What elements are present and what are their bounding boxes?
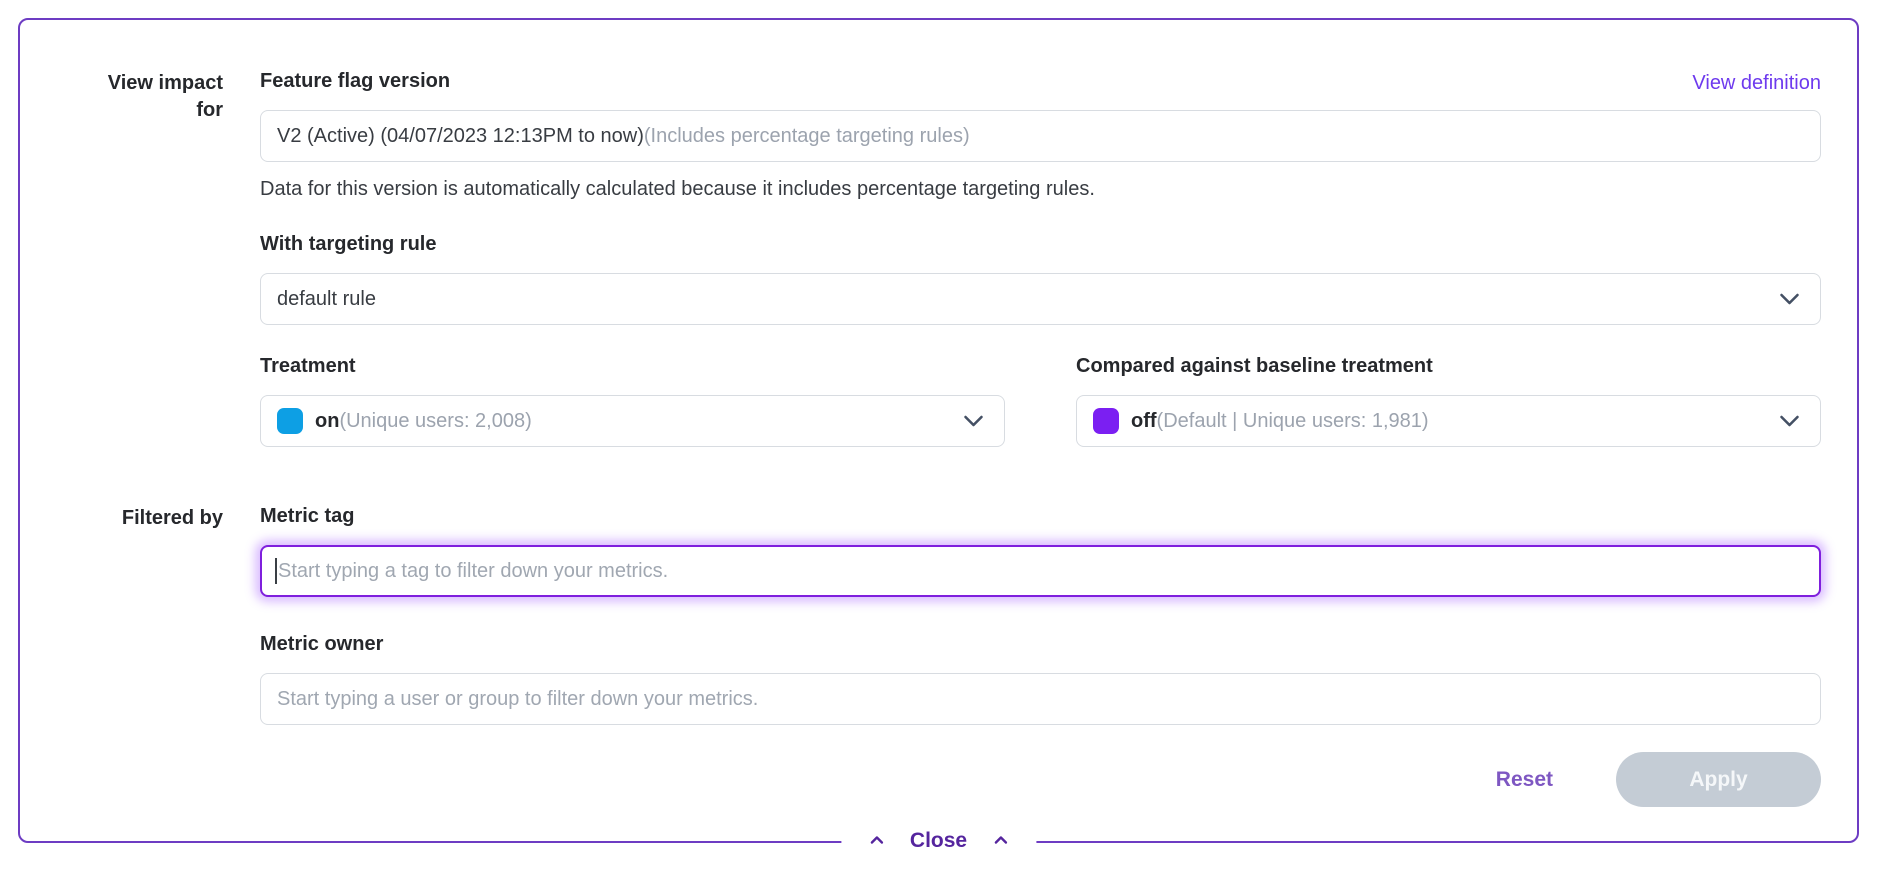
targeting-rule-value: default rule xyxy=(277,288,376,311)
treatment-value: on xyxy=(315,410,339,433)
filtered-by-content: Metric tag Metric owner Reset Apply xyxy=(260,505,1821,807)
chevron-up-icon xyxy=(869,832,884,850)
feature-flag-version-value: V2 (Active) (04/07/2023 12:13PM to now) xyxy=(277,125,644,148)
version-helper-text: Data for this version is automatically c… xyxy=(260,178,1821,200)
chevron-down-icon xyxy=(1779,415,1800,428)
baseline-treatment-select[interactable]: off (Default | Unique users: 1,981) xyxy=(1076,395,1821,447)
impact-filter-panel: View definition View impact for Feature … xyxy=(18,18,1859,843)
feature-flag-version-label: Feature flag version xyxy=(260,70,1821,92)
baseline-treatment-label: Compared against baseline treatment xyxy=(1076,355,1821,377)
close-panel-control[interactable]: Close xyxy=(841,827,1036,855)
chevron-down-icon xyxy=(1779,130,1800,143)
feature-flag-version-note: (Includes percentage targeting rules) xyxy=(644,125,970,148)
metric-tag-input[interactable] xyxy=(260,545,1821,597)
view-impact-for-label: View impact for xyxy=(56,70,223,447)
baseline-treatment-note: (Default | Unique users: 1,981) xyxy=(1157,410,1429,433)
treatment-label: Treatment xyxy=(260,355,1005,377)
text-cursor xyxy=(275,558,277,584)
apply-button[interactable]: Apply xyxy=(1616,752,1821,807)
targeting-rule-select[interactable]: default rule xyxy=(260,273,1821,325)
filtered-by-label: Filtered by xyxy=(56,505,223,807)
treatment-color-swatch xyxy=(277,408,303,434)
view-definition-link[interactable]: View definition xyxy=(1692,72,1821,95)
view-impact-content: Feature flag version V2 (Active) (04/07/… xyxy=(260,70,1821,447)
chevron-down-icon xyxy=(963,415,984,428)
treatment-row: Treatment on (Unique users: 2,008) Compa… xyxy=(260,355,1821,447)
treatment-note: (Unique users: 2,008) xyxy=(339,410,531,433)
treatment-column: Treatment on (Unique users: 2,008) xyxy=(260,355,1005,447)
baseline-treatment-value: off xyxy=(1131,410,1157,433)
baseline-color-swatch xyxy=(1093,408,1119,434)
chevron-up-icon xyxy=(993,832,1008,850)
reset-button[interactable]: Reset xyxy=(1496,768,1553,792)
metric-tag-label: Metric tag xyxy=(260,505,1821,527)
baseline-treatment-column: Compared against baseline treatment off … xyxy=(1076,355,1821,447)
targeting-rule-label: With targeting rule xyxy=(260,233,1821,255)
metric-tag-input-wrap xyxy=(260,545,1821,597)
metric-owner-input[interactable] xyxy=(260,673,1821,725)
actions-row: Reset Apply xyxy=(260,752,1821,807)
panel-grid: View impact for Feature flag version V2 … xyxy=(20,20,1857,843)
close-label: Close xyxy=(910,829,967,853)
treatment-select[interactable]: on (Unique users: 2,008) xyxy=(260,395,1005,447)
metric-owner-label: Metric owner xyxy=(260,633,1821,655)
chevron-down-icon xyxy=(1779,293,1800,306)
feature-flag-version-select[interactable]: V2 (Active) (04/07/2023 12:13PM to now) … xyxy=(260,110,1821,162)
metric-owner-input-wrap xyxy=(260,673,1821,725)
